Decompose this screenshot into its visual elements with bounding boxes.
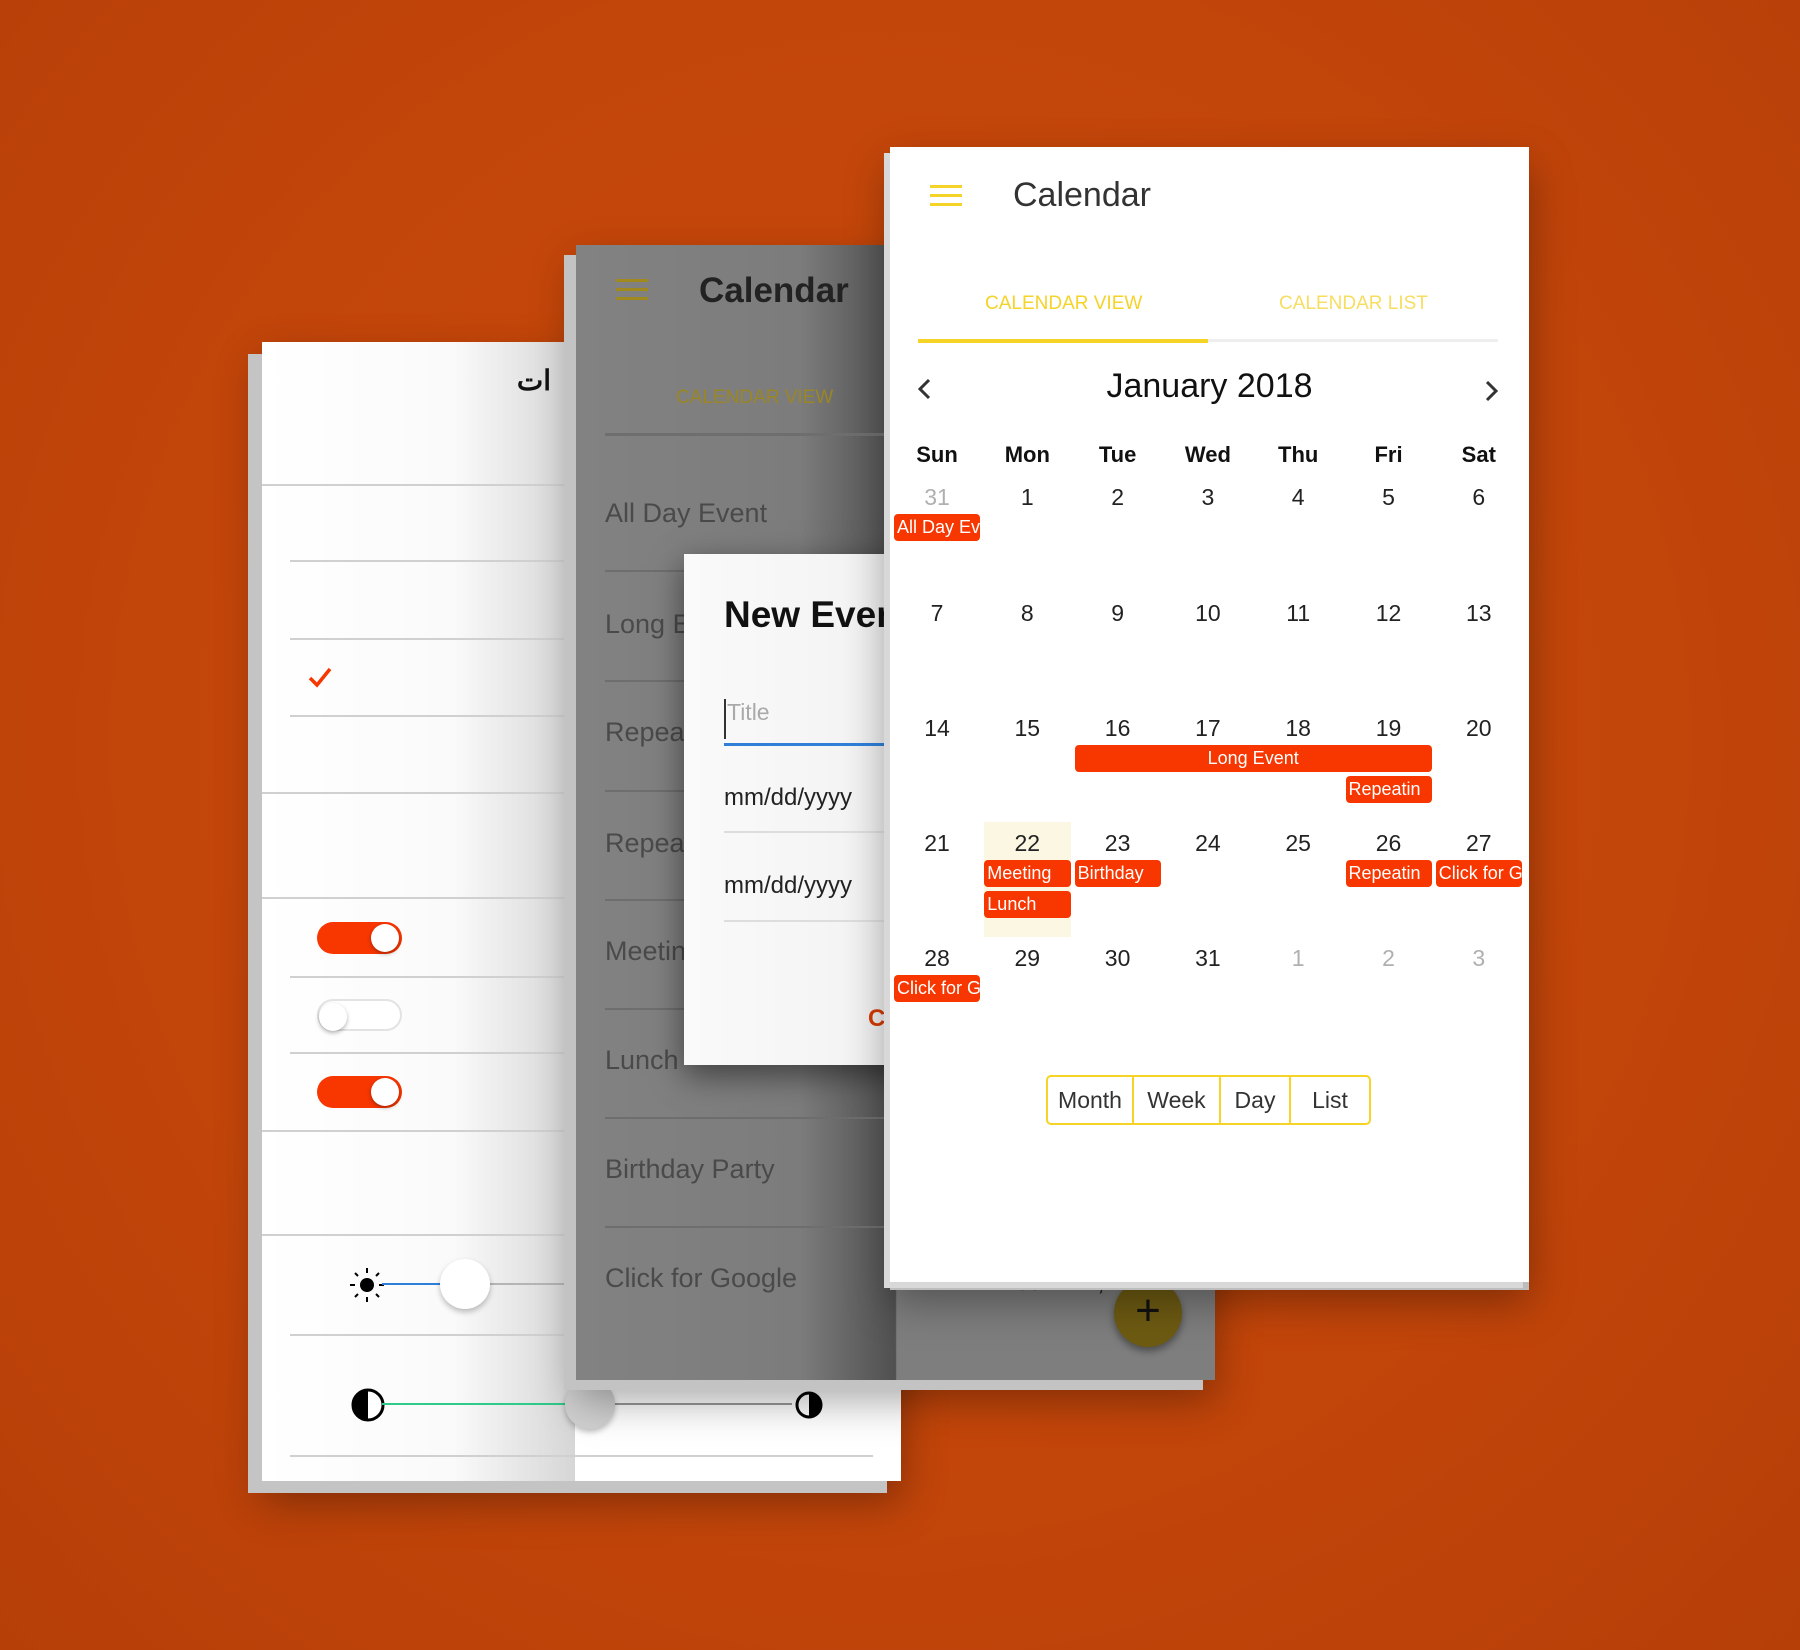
day-cell[interactable]: 2 [1073, 484, 1163, 511]
event-chip[interactable]: Click for Google [894, 975, 981, 1002]
calendar-month-screen: Calendar CALENDAR VIEW CALENDAR LIST Jan… [890, 147, 1529, 1282]
cancel-button[interactable]: C [868, 1005, 885, 1033]
contrast-icon [351, 1388, 385, 1422]
hamburger-menu-icon[interactable] [616, 279, 648, 301]
divider [290, 1455, 873, 1457]
contrast-slider-thumb[interactable] [565, 1379, 615, 1429]
start-date-input[interactable]: mm/dd/yyyy [724, 784, 852, 812]
dialog-title: New Even [724, 594, 899, 635]
sun-icon [350, 1268, 384, 1302]
brightness-slider-thumb[interactable] [440, 1259, 490, 1309]
event-chip[interactable]: Long Event [1074, 745, 1432, 772]
event-chip[interactable]: Lunch [984, 891, 1071, 918]
day-cell[interactable]: 11 [1253, 600, 1343, 627]
list-item[interactable]: All Day Event [605, 498, 767, 529]
day-cell[interactable]: 28 [892, 945, 982, 972]
list-item[interactable]: Meetin [605, 936, 686, 967]
day-cell[interactable]: 31 [1163, 945, 1253, 972]
day-cell[interactable]: 3 [1163, 484, 1253, 511]
list-item[interactable]: Birthday Party [605, 1154, 775, 1185]
day-cell[interactable]: 15 [982, 715, 1072, 742]
list-item[interactable]: Repeat [605, 717, 692, 748]
view-button-week[interactable]: Week [1134, 1077, 1221, 1123]
day-cell[interactable]: 27 [1434, 830, 1524, 857]
day-cell[interactable]: 1 [1253, 945, 1343, 972]
day-cell[interactable]: 5 [1344, 484, 1434, 511]
app-title: Calendar [699, 271, 849, 310]
toggle-switch-3[interactable] [317, 1076, 402, 1108]
day-cell[interactable]: 8 [982, 600, 1072, 627]
checkmark-icon[interactable] [308, 666, 332, 688]
end-date-input[interactable]: mm/dd/yyyy [724, 872, 852, 900]
day-cell[interactable]: 30 [1073, 945, 1163, 972]
view-button-day[interactable]: Day [1221, 1077, 1291, 1123]
event-chip[interactable]: Birthday [1074, 860, 1161, 887]
day-cell[interactable]: 23 [1073, 830, 1163, 857]
month-grid: Sun Mon Tue Wed Thu Fri Sat 31 1 2 3 4 5 6 7 8 9 10 11 12 13… [892, 147, 1524, 1047]
event-chip[interactable]: Meeting [984, 860, 1071, 887]
event-chip[interactable]: Repeatin [1345, 776, 1432, 803]
contrast-icon [795, 1391, 823, 1419]
day-cell[interactable]: 21 [892, 830, 982, 857]
day-cell[interactable]: 13 [1434, 600, 1524, 627]
day-cell[interactable]: 7 [892, 600, 982, 627]
list-item[interactable]: Repeat [605, 828, 692, 859]
day-cell[interactable]: 12 [1344, 600, 1434, 627]
plus-icon: + [1135, 1286, 1161, 1335]
day-cell[interactable]: 10 [1163, 600, 1253, 627]
weekday-header: Sun [916, 442, 958, 467]
day-cell[interactable]: 26 [1344, 830, 1434, 857]
day-cell[interactable]: 29 [982, 945, 1072, 972]
day-cell[interactable]: 31 [892, 484, 982, 511]
weekday-header: Sat [1461, 442, 1496, 467]
view-switcher: Month Week Day List [1046, 1075, 1371, 1125]
view-button-month[interactable]: Month [1048, 1077, 1134, 1123]
day-cell[interactable]: 3 [1434, 945, 1524, 972]
day-cell[interactable]: 24 [1163, 830, 1253, 857]
day-cell[interactable]: 18 [1253, 715, 1343, 742]
day-cell[interactable]: 16 [1073, 715, 1163, 742]
weekday-header: Tue [1098, 442, 1137, 467]
day-cell[interactable]: 20 [1434, 715, 1524, 742]
event-chip[interactable]: Click for Google [1435, 860, 1523, 887]
event-chip[interactable]: All Day Event [894, 514, 981, 541]
list-item[interactable]: Lunch [605, 1045, 679, 1076]
day-cell[interactable]: 14 [892, 715, 982, 742]
view-button-list[interactable]: List [1291, 1077, 1369, 1123]
settings-title: ات [516, 365, 551, 396]
weekday-header: Mon [1004, 442, 1050, 467]
contrast-slider-track[interactable] [592, 1403, 792, 1405]
list-item[interactable]: Long E [605, 609, 691, 640]
toggle-switch-1[interactable] [317, 922, 402, 954]
day-cell[interactable]: 19 [1344, 715, 1434, 742]
tab-calendar-view[interactable]: CALENDAR VIEW [676, 387, 833, 409]
weekday-header: Fri [1374, 442, 1403, 467]
day-cell[interactable]: 6 [1434, 484, 1524, 511]
toggle-switch-2[interactable] [317, 999, 402, 1031]
add-event-fab[interactable]: + [1114, 1279, 1182, 1347]
event-chip[interactable]: Repeatin [1345, 860, 1432, 887]
weekday-header: Thu [1278, 442, 1319, 467]
day-cell[interactable]: 22 [982, 830, 1072, 857]
list-item[interactable]: Click for Google [605, 1263, 797, 1294]
day-cell[interactable]: 17 [1163, 715, 1253, 742]
day-cell[interactable]: 9 [1073, 600, 1163, 627]
day-cell[interactable]: 1 [982, 484, 1072, 511]
day-cell[interactable]: 4 [1253, 484, 1343, 511]
contrast-slider-fill [382, 1403, 592, 1405]
weekday-header: Wed [1184, 442, 1231, 467]
day-cell[interactable]: 2 [1344, 945, 1434, 972]
day-cell[interactable]: 25 [1253, 830, 1343, 857]
